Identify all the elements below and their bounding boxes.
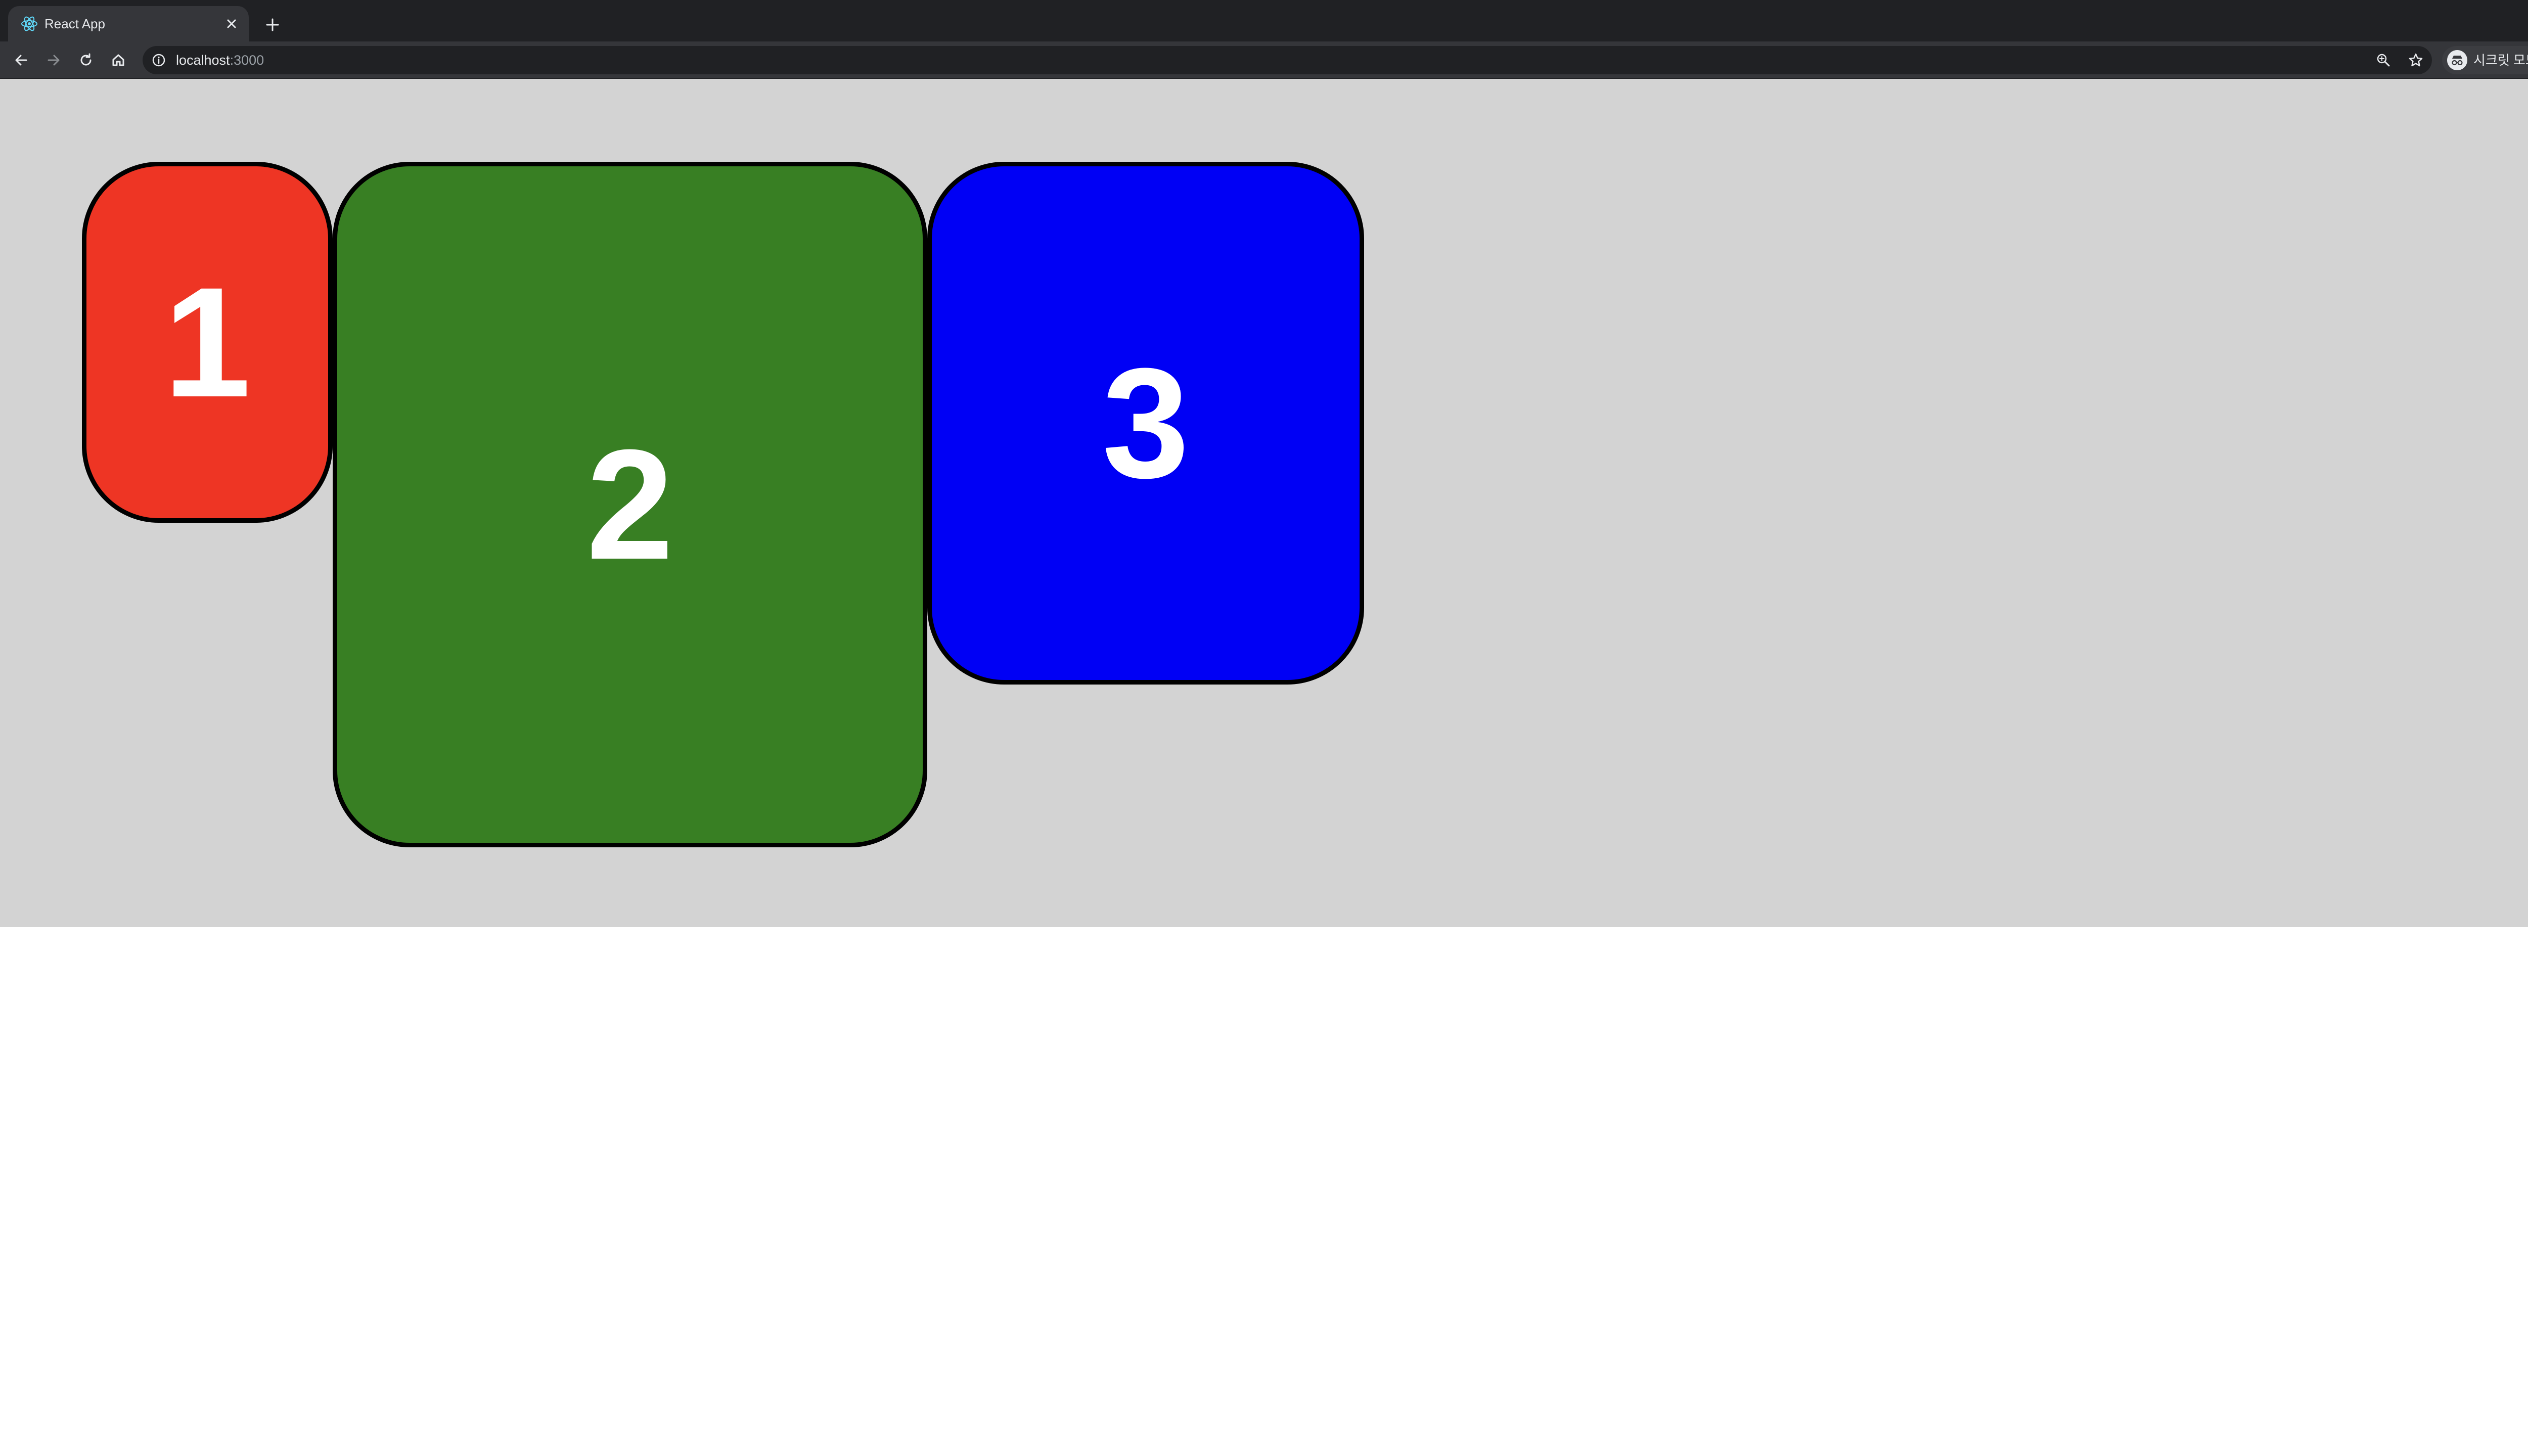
new-tab-button[interactable] [261,13,284,36]
home-icon [112,54,124,66]
profile-label: 시크릿 모드 [2473,53,2528,68]
home-button[interactable] [106,48,130,72]
url-host: localhost [176,53,230,68]
react-logo-icon [20,15,38,33]
url-text: localhost:3000 [176,46,264,74]
box-1-label: 1 [163,254,251,430]
box-1: 1 [82,162,333,523]
box-2-label: 2 [586,417,674,592]
browser-tab[interactable]: React App [8,6,249,41]
arrow-right-icon [48,55,60,66]
profile-button[interactable]: 시크릿 모드 [2442,46,2528,74]
zoom-icon[interactable] [2373,50,2394,70]
back-button[interactable] [9,48,33,72]
reload-icon [80,53,92,66]
star-icon[interactable] [2406,50,2426,70]
page-viewport: 1 2 3 [0,79,2528,1456]
incognito-icon [2447,50,2467,70]
arrow-left-icon [15,55,27,66]
forward-button[interactable] [41,48,66,72]
plus-icon [266,18,279,31]
info-icon[interactable] [152,53,166,67]
box-2: 2 [333,162,927,847]
address-bar[interactable]: localhost:3000 [143,46,2432,74]
close-tab-icon[interactable] [221,14,242,34]
url-port: :3000 [230,53,264,68]
browser-toolbar: localhost:3000 시크릿 모드 [0,41,2528,79]
box-3-label: 3 [1102,335,1190,511]
tab-title: React App [44,16,105,31]
boxes-container: 1 2 3 [0,79,2528,927]
tab-strip: React App [0,0,2528,41]
reload-button[interactable] [74,48,98,72]
box-3: 3 [927,162,1364,685]
